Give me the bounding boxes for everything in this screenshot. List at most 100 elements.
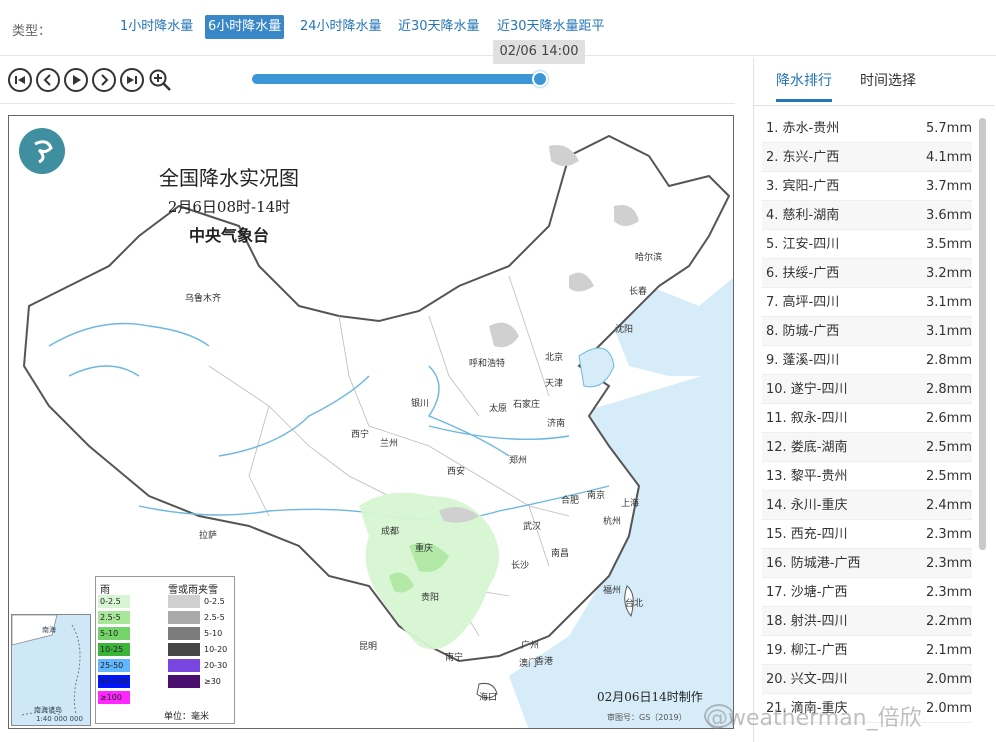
inset-label: 南海 xyxy=(42,626,56,634)
ranking-scrollbar[interactable] xyxy=(979,118,986,550)
station-name: 18. 射洪-四川 xyxy=(766,614,848,629)
station-name: 3. 宾阳-广西 xyxy=(766,179,840,194)
station-name: 19. 柳江-广西 xyxy=(766,643,848,658)
prev-icon xyxy=(43,74,51,86)
precip-value: 3.1mm xyxy=(925,295,972,310)
list-item: 7. 高坪-四川 3.1mm xyxy=(762,288,972,317)
legend-swatch xyxy=(168,659,200,672)
station-name: 16. 防城港-广西 xyxy=(766,556,861,571)
side-panel: 降水排行 时间选择 1. 赤水-贵州 5.7mm 2. 东兴-广西 4.1mm 3. 宾… xyxy=(753,58,995,742)
precip-value: 2.4mm xyxy=(925,498,972,513)
zoom-in-icon xyxy=(149,69,171,91)
tab-precip-ranking[interactable]: 降水排行 xyxy=(776,70,832,102)
station-name: 1. 赤水-贵州 xyxy=(766,121,840,136)
precip-value: 3.7mm xyxy=(925,179,972,194)
station-name: 7. 高坪-四川 xyxy=(766,295,840,310)
city-label: 长春 xyxy=(629,287,648,297)
legend-label: 20-30 xyxy=(204,661,228,670)
list-item: 17. 沙塘-广西 2.3mm xyxy=(762,578,972,607)
precip-value: 2.0mm xyxy=(925,672,972,687)
list-item: 13. 黎平-贵州 2.5mm xyxy=(762,462,972,491)
precip-value: 2.0mm xyxy=(925,701,972,716)
precipitation-map: 全国降水实况图 2月6日08时-14时 中央气象台 乌鲁木齐 哈尔滨 长春 沈阳… xyxy=(8,115,734,729)
city-label: 哈尔滨 xyxy=(635,253,663,263)
skip-start-button[interactable] xyxy=(8,68,32,92)
list-item: 12. 娄底-湖南 2.5mm xyxy=(762,433,972,462)
precip-value: 3.1mm xyxy=(925,324,972,339)
watermark: @weatherman_倍欣 xyxy=(706,706,922,731)
timeline-handle[interactable] xyxy=(532,71,548,87)
south-china-sea-inset: 南海 南海诸岛 1:40 000 000 xyxy=(11,614,91,726)
city-label: 太原 xyxy=(489,404,508,414)
zoom-in-button[interactable] xyxy=(148,68,172,92)
city-label: 武汉 xyxy=(523,522,542,532)
precip-value: 2.3mm xyxy=(925,556,972,571)
made-time: 02月06日14时制作 xyxy=(597,690,703,704)
skip-end-button[interactable] xyxy=(120,68,144,92)
legend-label: ≥30 xyxy=(204,677,221,686)
list-item: 10. 遂宁-四川 2.8mm xyxy=(762,375,972,404)
station-name: 10. 遂宁-四川 xyxy=(766,382,848,397)
station-name: 14. 永川-重庆 xyxy=(766,498,848,513)
tab-6h-precip[interactable]: 6小时降水量 xyxy=(205,15,285,39)
skip-end-icon xyxy=(127,76,137,84)
precip-value: 3.6mm xyxy=(925,208,972,223)
legend-label: 0-2.5 xyxy=(100,597,121,606)
panel-divider xyxy=(754,105,995,106)
city-label: 沈阳 xyxy=(615,325,634,335)
city-label: 成都 xyxy=(381,527,400,537)
divider xyxy=(0,103,735,104)
city-label: 济南 xyxy=(547,419,566,429)
city-label: 昆明 xyxy=(359,642,378,652)
legend-label: 2.5-5 xyxy=(100,613,121,622)
inset-label: 南海诸岛 xyxy=(34,706,62,714)
legend-row: 25-50 20-30 xyxy=(96,659,236,675)
city-label: 呼和浩特 xyxy=(469,359,506,369)
list-item: 19. 柳江-广西 2.1mm xyxy=(762,636,972,665)
tab-1h-precip[interactable]: 1小时降水量 xyxy=(117,15,196,39)
list-item: 9. 蓬溪-四川 2.8mm xyxy=(762,346,972,375)
city-label: 石家庄 xyxy=(513,400,541,410)
legend-row: 0-2.5 0-2.5 xyxy=(96,595,236,611)
city-label: 兰州 xyxy=(380,439,399,449)
legend-label: 0-2.5 xyxy=(204,597,225,606)
city-label: 南昌 xyxy=(551,549,570,559)
city-label: 合肥 xyxy=(561,496,580,506)
city-label: 西安 xyxy=(447,467,466,477)
city-label: 银川 xyxy=(411,399,430,409)
precip-value: 2.2mm xyxy=(925,614,972,629)
list-item: 16. 防城港-广西 2.3mm xyxy=(762,549,972,578)
tab-24h-precip[interactable]: 24小时降水量 xyxy=(297,15,385,39)
precip-value: 4.1mm xyxy=(925,150,972,165)
station-name: 6. 扶绥-广西 xyxy=(766,266,840,281)
legend-label: 25-50 xyxy=(100,661,124,670)
tab-time-select[interactable]: 时间选择 xyxy=(860,70,916,102)
legend-label: 2.5-5 xyxy=(204,613,225,622)
precip-value: 5.7mm xyxy=(925,121,972,136)
next-button[interactable] xyxy=(92,68,116,92)
city-label: 南京 xyxy=(587,491,606,501)
play-button[interactable] xyxy=(64,68,88,92)
legend-rain-header: 雨 xyxy=(100,585,110,596)
city-label: 长沙 xyxy=(511,561,530,571)
station-name: 11. 叙永-四川 xyxy=(766,411,848,426)
skip-start-icon xyxy=(15,76,25,84)
city-label: 拉萨 xyxy=(199,531,218,541)
legend-row: 2.5-5 2.5-5 xyxy=(96,611,236,627)
precip-value: 2.8mm xyxy=(925,382,972,397)
precip-value: 2.3mm xyxy=(925,585,972,600)
legend-label: 5-10 xyxy=(100,629,119,638)
legend-swatch xyxy=(168,595,200,608)
type-label: 类型： xyxy=(12,24,52,39)
list-item: 6. 扶绥-广西 3.2mm xyxy=(762,259,972,288)
list-item: 20. 兴文-四川 2.0mm xyxy=(762,665,972,694)
list-item: 1. 赤水-贵州 5.7mm xyxy=(762,114,972,143)
map-legend: 雨 雪或雨夹雪 0-2.5 0-2.5 2.5-5 2.5-5 5-10 5-10 10-2… xyxy=(95,576,235,724)
legend-label: 10-20 xyxy=(204,645,228,654)
tab-30d-anomaly[interactable]: 近30天降水量距平 xyxy=(494,15,608,39)
tab-30d-precip[interactable]: 近30天降水量 xyxy=(395,15,483,39)
timeline-slider[interactable] xyxy=(252,71,548,87)
prev-button[interactable] xyxy=(36,68,60,92)
list-item: 14. 永川-重庆 2.4mm xyxy=(762,491,972,520)
city-label: 台北 xyxy=(625,599,644,609)
